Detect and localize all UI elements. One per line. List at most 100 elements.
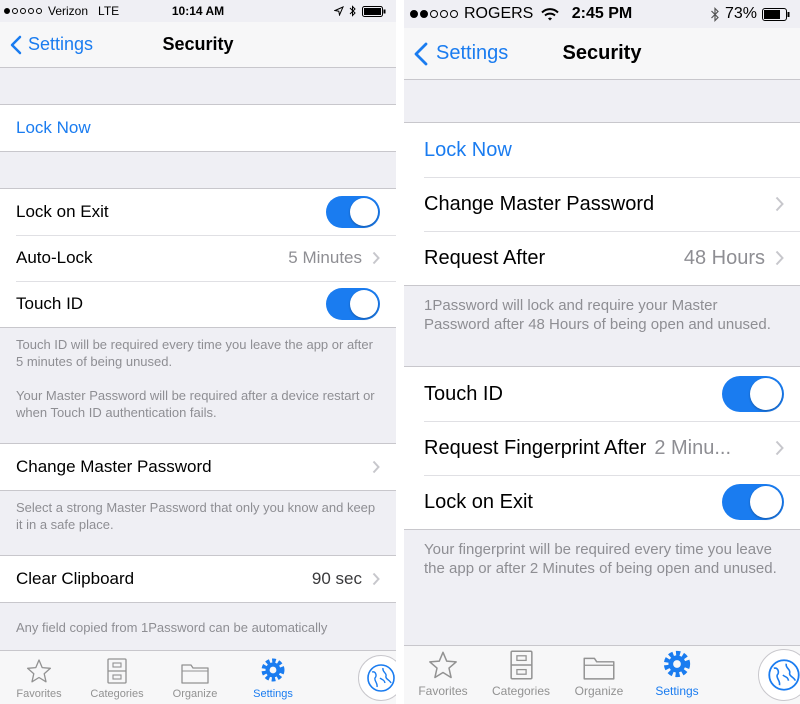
auto-lock-value: 5 Minutes (288, 248, 362, 267)
lock-on-exit-label: Lock on Exit (424, 490, 533, 513)
back-button[interactable]: Settings (414, 28, 508, 79)
touch-id-row: Touch ID (0, 281, 396, 327)
globe-button[interactable] (358, 655, 396, 701)
settings-list: Lock Now Change Master Password Request … (404, 80, 800, 578)
left-phone-screen: Verizon LTE 10:14 AM Settings Security L… (0, 0, 396, 704)
clear-clipboard-label: Clear Clipboard (16, 569, 135, 588)
tab-favorites[interactable]: Favorites (404, 646, 482, 704)
change-master-password-row[interactable]: Change Master Password (404, 177, 800, 231)
back-button[interactable]: Settings (10, 22, 93, 67)
folder-icon (583, 657, 615, 680)
tab-organize[interactable]: Organize (560, 646, 638, 704)
request-fingerprint-row[interactable]: Request Fingerprint After 2 Minu... (404, 421, 800, 475)
tab-settings[interactable]: Settings (234, 651, 312, 704)
touch-id-group: Touch ID Request Fingerprint After 2 Min… (404, 366, 800, 530)
globe-icon (367, 664, 395, 692)
navigation-bar: Settings Security (0, 22, 396, 68)
chevron-right-icon (372, 572, 380, 586)
touch-id-footer-text: Touch ID will be required every time you… (16, 337, 373, 369)
change-master-password-row[interactable]: Change Master Password (0, 444, 396, 490)
battery-icon (762, 7, 790, 21)
master-password-footer: Select a strong Master Password that onl… (0, 491, 396, 533)
tab-favorites-label: Favorites (16, 688, 62, 700)
star-icon (26, 659, 52, 683)
lock-on-exit-label: Lock on Exit (16, 202, 109, 221)
chevron-right-icon (775, 440, 784, 456)
auto-lock-label: Auto-Lock (16, 248, 93, 267)
globe-button[interactable] (758, 649, 800, 701)
clear-clipboard-row[interactable]: Clear Clipboard 90 sec (0, 556, 396, 602)
touch-id-label: Touch ID (16, 294, 84, 313)
lock-on-exit-row: Lock on Exit (404, 475, 800, 529)
chevron-left-icon (10, 35, 22, 54)
tab-settings-label: Settings (655, 684, 699, 698)
back-button-label: Settings (28, 34, 94, 54)
request-after-footer-text: 1Password will lock and require your Mas… (424, 297, 771, 333)
tab-categories[interactable]: Categories (78, 651, 156, 704)
chevron-right-icon (775, 250, 784, 266)
clear-clipboard-value: 90 sec (311, 569, 362, 588)
location-icon (334, 6, 344, 16)
tab-bar: Favorites Categories Organize Settings (0, 650, 396, 704)
tab-categories-label: Categories (90, 688, 144, 700)
request-fingerprint-label: Request Fingerprint After (424, 436, 647, 459)
gear-icon (261, 658, 285, 682)
lock-now-button[interactable]: Lock Now (0, 105, 396, 151)
master-password-group: Change Master Password (0, 443, 396, 491)
lock-now-button[interactable]: Lock Now (404, 123, 800, 177)
password-settings-group: Lock Now Change Master Password Request … (404, 122, 800, 286)
lock-on-exit-toggle[interactable] (326, 196, 380, 228)
master-password-footer-text: Select a strong Master Password that onl… (16, 500, 376, 532)
chevron-right-icon (775, 196, 784, 212)
request-after-row[interactable]: Request After 48 Hours (404, 231, 800, 285)
folder-icon (181, 664, 209, 684)
cabinet-icon (107, 658, 127, 684)
tab-settings[interactable]: Settings (638, 646, 716, 704)
lock-on-exit-toggle[interactable] (722, 484, 784, 520)
touch-id-toggle[interactable] (722, 376, 784, 412)
tab-organize-label: Organize (172, 688, 218, 700)
clipboard-group: Clear Clipboard 90 sec (0, 555, 396, 603)
fingerprint-footer-text: Your fingerprint will be required every … (424, 541, 777, 577)
chevron-left-icon (414, 42, 428, 65)
lock-now-label: Lock Now (424, 138, 512, 161)
touch-id-label: Touch ID (424, 382, 503, 405)
status-bar: ROGERS 2:45 PM 73% (404, 0, 800, 28)
gear-icon (663, 650, 691, 678)
tab-organize[interactable]: Organize (156, 651, 234, 704)
tab-favorites[interactable]: Favorites (0, 651, 78, 704)
touch-id-toggle[interactable] (326, 288, 380, 320)
back-button-label: Settings (436, 42, 509, 64)
clipboard-footer-text: Any field copied from 1Password can be a… (16, 620, 328, 635)
lock-now-group: Lock Now (0, 104, 396, 152)
auto-lock-row[interactable]: Auto-Lock 5 Minutes (0, 235, 396, 281)
battery-percent: 73% (724, 5, 757, 22)
request-fingerprint-value: 2 Minu... (654, 436, 732, 459)
chevron-right-icon (372, 460, 380, 474)
screenshot-pair: Verizon LTE 10:14 AM Settings Security L… (0, 0, 800, 704)
tab-favorites-label: Favorites (418, 684, 468, 698)
navigation-bar: Settings Security (404, 28, 800, 80)
tab-bar: Favorites Categories Organize Settings (404, 645, 800, 704)
bluetooth-icon (349, 5, 356, 17)
tab-categories-label: Categories (491, 684, 551, 698)
change-master-password-label: Change Master Password (424, 192, 655, 215)
status-bar: Verizon LTE 10:14 AM (0, 0, 396, 22)
settings-list: Lock Now Lock on Exit Auto-Lock 5 Minute… (0, 68, 396, 636)
touch-id-footer: Touch ID will be required every time you… (0, 328, 396, 421)
battery-icon (362, 5, 386, 17)
fingerprint-footer: Your fingerprint will be required every … (404, 530, 800, 578)
request-after-footer: 1Password will lock and require your Mas… (404, 286, 800, 334)
tab-categories[interactable]: Categories (482, 646, 560, 704)
lock-on-exit-row: Lock on Exit (0, 189, 396, 235)
right-phone-screen: ROGERS 2:45 PM 73% Settings Security Loc… (404, 0, 800, 704)
touch-id-row: Touch ID (404, 367, 800, 421)
chevron-right-icon (372, 251, 380, 265)
tab-organize-label: Organize (574, 684, 624, 698)
clipboard-footer: Any field copied from 1Password can be a… (0, 603, 396, 636)
star-icon (429, 651, 457, 679)
request-after-label: Request After (424, 246, 546, 269)
master-password-restart-note: Your Master Password will be required af… (16, 388, 375, 420)
lock-now-label: Lock Now (16, 118, 91, 137)
change-master-password-label: Change Master Password (16, 457, 212, 476)
